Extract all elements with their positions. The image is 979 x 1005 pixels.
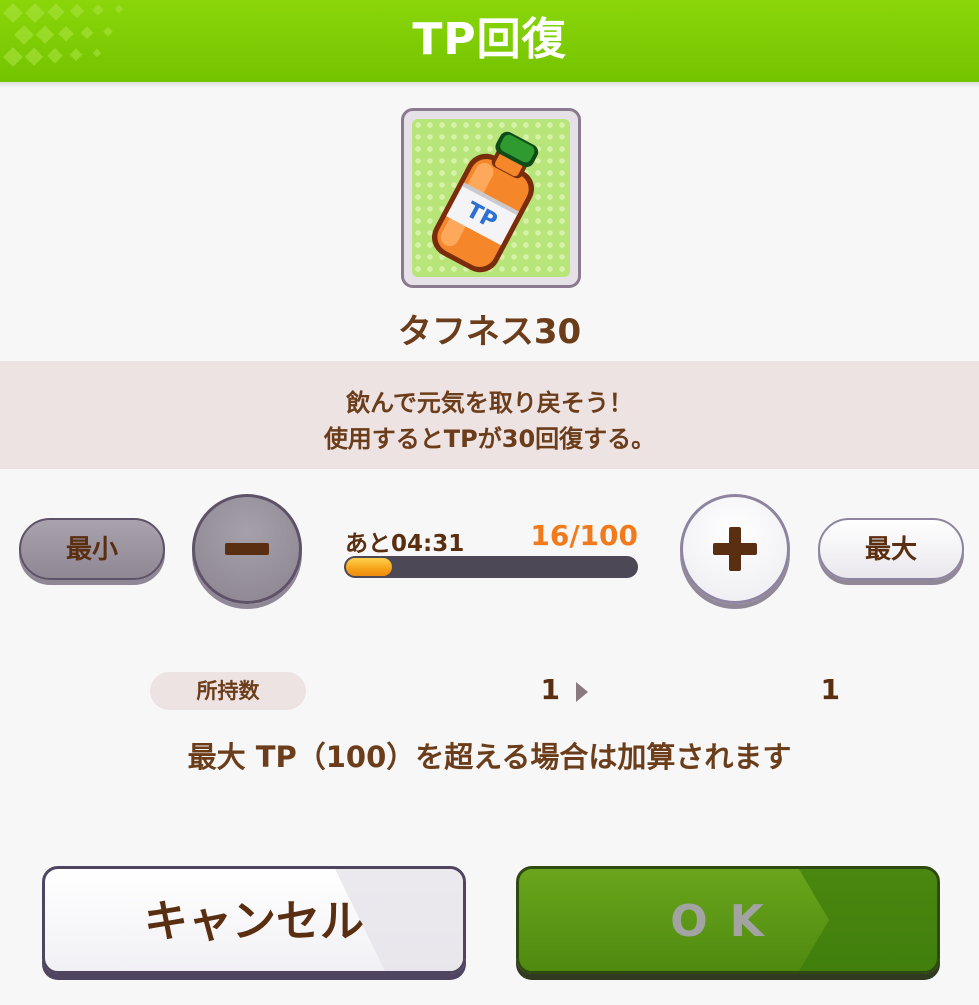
item-description: 飲んで元気を取り戻そう！ 使用するとTPが30回復する。 <box>0 361 979 469</box>
decrease-button[interactable] <box>192 494 302 604</box>
description-line-1: 飲んで元気を取り戻そう！ <box>346 389 633 417</box>
dialog-title: TP回復 <box>412 14 567 65</box>
max-button[interactable]: 最大 <box>818 518 964 580</box>
cancel-button[interactable]: キャンセル <box>42 866 466 974</box>
item-icon-frame: TP <box>401 108 581 288</box>
tp-recovery-timer: あと04:31 <box>345 531 465 557</box>
dialog-header: TP回復 <box>0 0 979 82</box>
ok-button-label: OK <box>670 896 786 947</box>
tp-bottle-icon: TP <box>431 131 539 273</box>
overflow-note: 最大 TP（100）を超える場合は加算されます <box>187 740 792 774</box>
possession-label: 所持数 <box>150 672 306 710</box>
description-line-2: 使用するとTPが30回復する。 <box>323 425 656 453</box>
item-name: タフネス30 <box>397 312 582 352</box>
possession-before: 1 <box>540 673 560 706</box>
min-button[interactable]: 最小 <box>19 518 165 580</box>
item-icon-background: TP <box>412 119 570 277</box>
arrow-right-icon <box>576 682 588 702</box>
ok-button[interactable]: OK <box>516 866 940 974</box>
tp-gauge <box>344 556 638 578</box>
possession-after: 1 <box>820 673 840 706</box>
minus-icon <box>225 543 269 555</box>
header-shadow <box>0 82 979 88</box>
tp-gauge-fill <box>346 558 392 576</box>
increase-button[interactable] <box>680 494 790 604</box>
cancel-button-label: キャンセル <box>144 896 364 947</box>
ok-button-shine <box>799 869 937 971</box>
plus-icon <box>713 527 757 571</box>
tp-value: 16/100 <box>530 519 638 552</box>
